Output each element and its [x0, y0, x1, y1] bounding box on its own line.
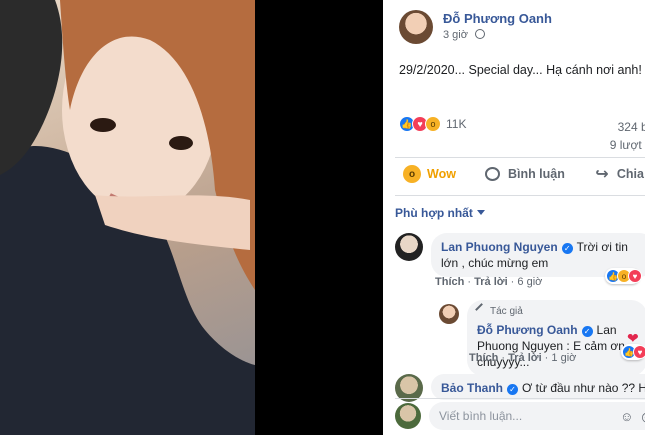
- comment-bubble: Tác giả Đỗ Phương Oanh ✓ Lan Phuong Nguyen…: [467, 300, 645, 376]
- wow-icon: o: [403, 165, 421, 183]
- reaction-count[interactable]: 11K: [446, 117, 466, 131]
- verified-icon: ✓: [507, 384, 518, 395]
- share-icon: ↪: [595, 166, 609, 183]
- comment-reply: Tác giả Đỗ Phương Oanh ✓ Lan Phuong Nguyen…: [439, 300, 645, 376]
- comment-time[interactable]: 6 giờ: [517, 276, 542, 288]
- commenter-avatar[interactable]: [395, 233, 423, 261]
- comment-composer: Viết bình luận... ☺ ◎ ▣: [395, 402, 645, 430]
- share-label: Chia: [616, 167, 644, 181]
- comment-actions: Thích · Trả lời · 6 giờ: [435, 276, 543, 288]
- post-panel: Đỗ Phương Oanh 3 giờ 29/2/2020... Specia…: [383, 0, 645, 435]
- comment-time[interactable]: 1 giờ: [551, 352, 576, 364]
- post-photo[interactable]: [0, 0, 255, 435]
- globe-icon: [475, 29, 486, 39]
- comment-reply-link[interactable]: Trả lời: [508, 352, 542, 364]
- comment-icon: [484, 165, 502, 183]
- wow-button[interactable]: o Wow: [403, 165, 456, 183]
- wow-icon: o: [425, 116, 441, 132]
- comment-sort-dropdown[interactable]: Phù hợp nhất: [395, 206, 485, 220]
- comment-bubble: Bảo Thanh ✓ Ơ từ đầu như nào ?? Hoang: [431, 374, 645, 400]
- verified-icon: ✓: [561, 243, 573, 254]
- post-text: 29/2/2020... Special day... Hạ cánh nơi …: [399, 62, 645, 77]
- comment-reactions[interactable]: 👍 o ♥: [605, 268, 642, 284]
- love-icon: ♥: [628, 269, 642, 283]
- composer-icons: ☺ ◎ ▣: [620, 409, 645, 425]
- comment-actions: Thích · Trả lời · 1 giờ: [469, 352, 577, 364]
- comment-reactions[interactable]: 👍 ♥: [621, 344, 645, 360]
- comment-text: Ơ từ đầu như nào ?? Hoang: [522, 381, 645, 395]
- action-bar: o Wow Bình luận ↪ Chia: [403, 165, 645, 183]
- author-avatar[interactable]: [399, 10, 433, 44]
- current-user-avatar: [395, 403, 421, 429]
- commenter-name[interactable]: Bảo Thanh: [441, 381, 503, 395]
- pen-icon: [475, 303, 488, 316]
- comment-label: Bình luận: [507, 167, 565, 181]
- post-author: Đỗ Phương Oanh 3 giờ: [399, 10, 552, 44]
- author-badge: Tác giả: [475, 303, 637, 320]
- wow-label: Wow: [427, 167, 456, 181]
- post-text-body: 29/2/2020... Special day... Hạ cánh nơi …: [399, 63, 645, 77]
- camera-icon[interactable]: ◎: [641, 409, 645, 425]
- commenter-name[interactable]: Lan Phuong Nguyen: [441, 240, 558, 254]
- author-name[interactable]: Đỗ Phương Oanh: [443, 10, 552, 27]
- reaction-summary[interactable]: 👍 ♥ o 11K: [399, 116, 466, 132]
- post-timestamp[interactable]: 3 giờ: [443, 27, 552, 43]
- divider: [395, 398, 645, 399]
- comment-reply-link[interactable]: Trả lời: [474, 276, 508, 288]
- comment-like-link[interactable]: Thích: [435, 276, 464, 288]
- commenter-name[interactable]: Đỗ Phương Oanh: [477, 323, 578, 337]
- comment-button[interactable]: Bình luận: [484, 165, 565, 183]
- divider: [395, 195, 645, 196]
- post-time-text[interactable]: 3 giờ: [443, 29, 468, 41]
- love-icon: ♥: [633, 345, 645, 359]
- comment-count[interactable]: 324 bì: [618, 118, 645, 136]
- viewer-background: [255, 0, 383, 435]
- share-button[interactable]: ↪ Chia: [593, 165, 644, 183]
- author-badge-label: Tác giả: [490, 306, 523, 317]
- commenter-avatar[interactable]: [439, 304, 459, 324]
- chevron-down-icon: [476, 210, 485, 215]
- comment-like-link[interactable]: Thích: [469, 352, 498, 364]
- verified-icon: ✓: [581, 326, 593, 337]
- photo-illustration: [0, 0, 255, 435]
- share-count[interactable]: 9 lượt c: [610, 136, 645, 154]
- divider: [395, 157, 645, 158]
- emoji-icon[interactable]: ☺: [620, 409, 633, 425]
- comment-input[interactable]: Viết bình luận...: [429, 402, 645, 430]
- sort-label: Phù hợp nhất: [395, 206, 473, 220]
